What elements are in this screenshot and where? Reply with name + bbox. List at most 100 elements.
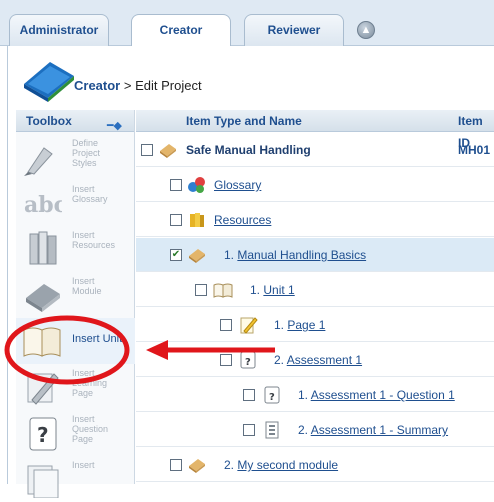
breadcrumb: Creator > Edit Project — [74, 78, 202, 93]
row-number: 2. — [224, 458, 235, 472]
row-link[interactable]: Assessment 1 - Summary — [311, 423, 448, 437]
tool-insert-more[interactable]: Insert — [16, 456, 135, 502]
table-row[interactable]: 2. My second module — [136, 448, 494, 482]
tool-label: Insert Resources — [72, 230, 116, 250]
tool-insert-resources[interactable]: Insert Resources — [16, 226, 135, 272]
creator-book-icon — [24, 62, 74, 102]
table-row[interactable]: 1. Page 1 — [136, 308, 494, 342]
row-link[interactable]: Assessment 1 — [287, 353, 362, 367]
row-link[interactable]: Glossary — [214, 178, 261, 192]
toolbox-header: Toolbox ━◆ — [16, 110, 134, 132]
tab-administrator[interactable]: Administrator — [9, 14, 109, 46]
pen-nib-icon — [24, 147, 53, 176]
row-name: 2. Assessment 1 — [274, 353, 362, 367]
tool-label: Define Project Styles — [72, 138, 101, 168]
svg-text:?: ? — [269, 392, 275, 403]
row-name: 2. Assessment 1 - Summary — [298, 423, 448, 437]
row-checkbox[interactable] — [141, 144, 153, 156]
tool-label: Insert Question Page — [72, 414, 109, 444]
svg-text:?: ? — [245, 357, 251, 368]
row-number: 1. — [298, 388, 309, 402]
row-name: 1. Page 1 — [274, 318, 325, 332]
row-link[interactable]: My second module — [237, 458, 338, 472]
row-name: 1. Manual Handling Basics — [224, 248, 366, 262]
breadcrumb-separator: > — [120, 78, 136, 93]
column-header-name[interactable]: Item Type and Name — [186, 110, 302, 132]
tab-reviewer[interactable]: Reviewer — [244, 14, 344, 46]
breadcrumb-root[interactable]: Creator — [74, 78, 120, 93]
tool-insert-module[interactable]: Insert Module — [16, 272, 135, 318]
tool-label: Insert Learning Page — [72, 368, 108, 398]
tab-creator[interactable]: Creator — [131, 14, 231, 47]
table-row[interactable]: Glossary — [136, 168, 494, 202]
row-checkbox[interactable] — [170, 459, 182, 471]
row-name: 2. My second module — [224, 458, 338, 472]
tool-insert-learning-page[interactable]: Insert Learning Page — [16, 364, 135, 410]
glossary-icon — [188, 177, 205, 193]
table-row[interactable]: ? 1. Assessment 1 - Question 1 — [136, 378, 494, 412]
row-link[interactable]: Assessment 1 - Question 1 — [311, 388, 455, 402]
row-checkbox[interactable] — [243, 424, 255, 436]
svg-text:abc: abc — [24, 192, 62, 218]
row-checkbox[interactable] — [220, 319, 232, 331]
tool-label: Insert Unit — [72, 333, 123, 345]
abc-glossary-icon: abc — [24, 192, 62, 218]
project-tree-grid: Item Type and Name Item ID Safe Manual H… — [136, 110, 494, 484]
tool-label: Insert — [72, 460, 95, 470]
main-panel: Creator > Edit Project Toolbox ━◆ Define… — [7, 46, 494, 498]
row-name: Safe Manual Handling — [186, 143, 311, 157]
row-number: 1. — [274, 318, 285, 332]
table-row-selected[interactable]: ✔ 1. Manual Handling Basics — [136, 238, 494, 272]
row-checkbox-checked[interactable]: ✔ — [170, 249, 182, 261]
grid-header: Item Type and Name Item ID — [136, 110, 494, 150]
row-link[interactable]: Resources — [214, 213, 271, 227]
toolbox-panel: Toolbox ━◆ Define Project Styles abc Ins… — [16, 110, 135, 498]
table-row[interactable]: Resources — [136, 203, 494, 237]
pencil-page-icon — [240, 317, 258, 334]
open-book-icon — [23, 327, 61, 357]
row-checkbox[interactable] — [170, 179, 182, 191]
row-link[interactable]: Unit 1 — [263, 283, 294, 297]
toolbox-title: Toolbox — [26, 114, 72, 128]
row-name: Glossary — [214, 178, 261, 192]
open-book-icon — [213, 283, 233, 298]
row-number: 1. — [224, 248, 235, 262]
module-book-icon — [160, 144, 176, 158]
row-name: 1. Assessment 1 - Question 1 — [298, 388, 455, 402]
row-checkbox[interactable] — [195, 284, 207, 296]
row-number: 2. — [298, 423, 309, 437]
svg-text:?: ? — [37, 423, 49, 447]
summary-page-icon — [265, 421, 279, 439]
question-page-icon: ? — [29, 417, 57, 451]
page-title: Edit Project — [135, 78, 202, 93]
tab-bar: Administrator Creator Reviewer ▲ — [0, 0, 494, 47]
up-arrow-icon[interactable]: ▲ — [357, 21, 375, 39]
table-row[interactable]: 1. Unit 1 — [136, 273, 494, 307]
row-number: 1. — [250, 283, 261, 297]
tool-label: Insert Module — [72, 276, 102, 296]
row-link[interactable]: Page 1 — [287, 318, 325, 332]
question-page-icon: ? — [240, 351, 256, 369]
table-row[interactable]: 2. Assessment 1 - Summary — [136, 413, 494, 447]
pages-icon — [27, 465, 59, 498]
row-link[interactable]: Manual Handling Basics — [237, 248, 366, 262]
question-page-icon: ? — [264, 386, 280, 404]
books-icon — [29, 231, 57, 265]
resources-icon — [190, 213, 204, 227]
row-checkbox[interactable] — [170, 214, 182, 226]
tool-label: Insert Glossary — [72, 184, 108, 204]
module-book-icon — [26, 284, 60, 312]
row-name: 1. Unit 1 — [250, 283, 295, 297]
row-number: 2. — [274, 353, 285, 367]
table-row[interactable]: ? 2. Assessment 1 — [136, 343, 494, 377]
row-name: Resources — [214, 213, 271, 227]
tool-insert-glossary[interactable]: abc Insert Glossary — [16, 180, 135, 226]
table-row[interactable]: Safe Manual Handling MH01 — [136, 133, 494, 167]
row-item-id: MH01 — [458, 143, 491, 157]
module-book-icon — [189, 459, 205, 473]
tool-insert-question-page[interactable]: ? Insert Question Page — [16, 410, 135, 456]
row-checkbox[interactable] — [243, 389, 255, 401]
row-checkbox[interactable] — [220, 354, 232, 366]
tool-define-project-styles[interactable]: Define Project Styles — [16, 134, 135, 180]
tool-insert-unit[interactable]: Insert Unit — [16, 318, 135, 364]
